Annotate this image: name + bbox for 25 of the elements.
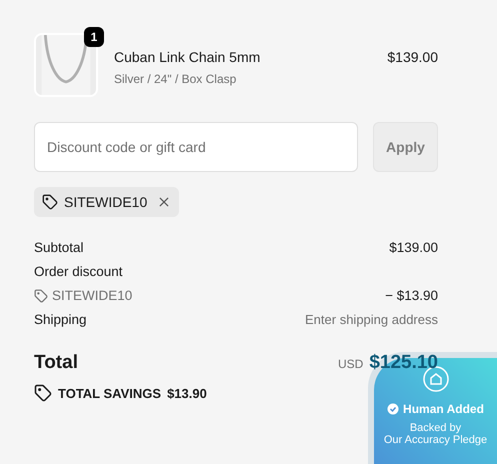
summary-value: $139.00	[389, 238, 438, 257]
product-price: $139.00	[387, 48, 438, 67]
summary-label: Shipping	[34, 310, 87, 329]
check-circle-icon	[387, 403, 400, 415]
summary-value: Enter shipping address	[305, 311, 438, 330]
close-icon[interactable]	[157, 195, 172, 209]
currency-label: USD	[338, 356, 364, 373]
badge-subtitle: Our Accuracy Pledge	[384, 434, 488, 446]
badge-subtitle: Backed by	[410, 422, 462, 434]
total-label: Total	[34, 351, 78, 375]
savings-amount: $13.90	[167, 384, 207, 402]
product-variant: Silver / 24" / Box Clasp	[114, 71, 238, 88]
quantity-badge: 1	[84, 27, 104, 47]
tag-icon	[42, 194, 58, 210]
apply-button[interactable]: Apply	[373, 122, 438, 172]
summary-label: Order discount	[34, 262, 123, 281]
summary-label: Subtotal	[34, 238, 84, 257]
summary-value: − $13.90	[385, 286, 438, 305]
product-name: Cuban Link Chain 5mm	[114, 48, 262, 67]
savings-label: TOTAL SAVINGS	[58, 384, 162, 402]
discount-code-field[interactable]: Discount code or gift card	[34, 122, 358, 172]
badge-title: Human Added	[403, 401, 484, 418]
discount-code: SITEWIDE10	[64, 192, 148, 212]
summary-label: SITEWIDE10	[52, 286, 132, 305]
tag-icon	[34, 289, 48, 303]
